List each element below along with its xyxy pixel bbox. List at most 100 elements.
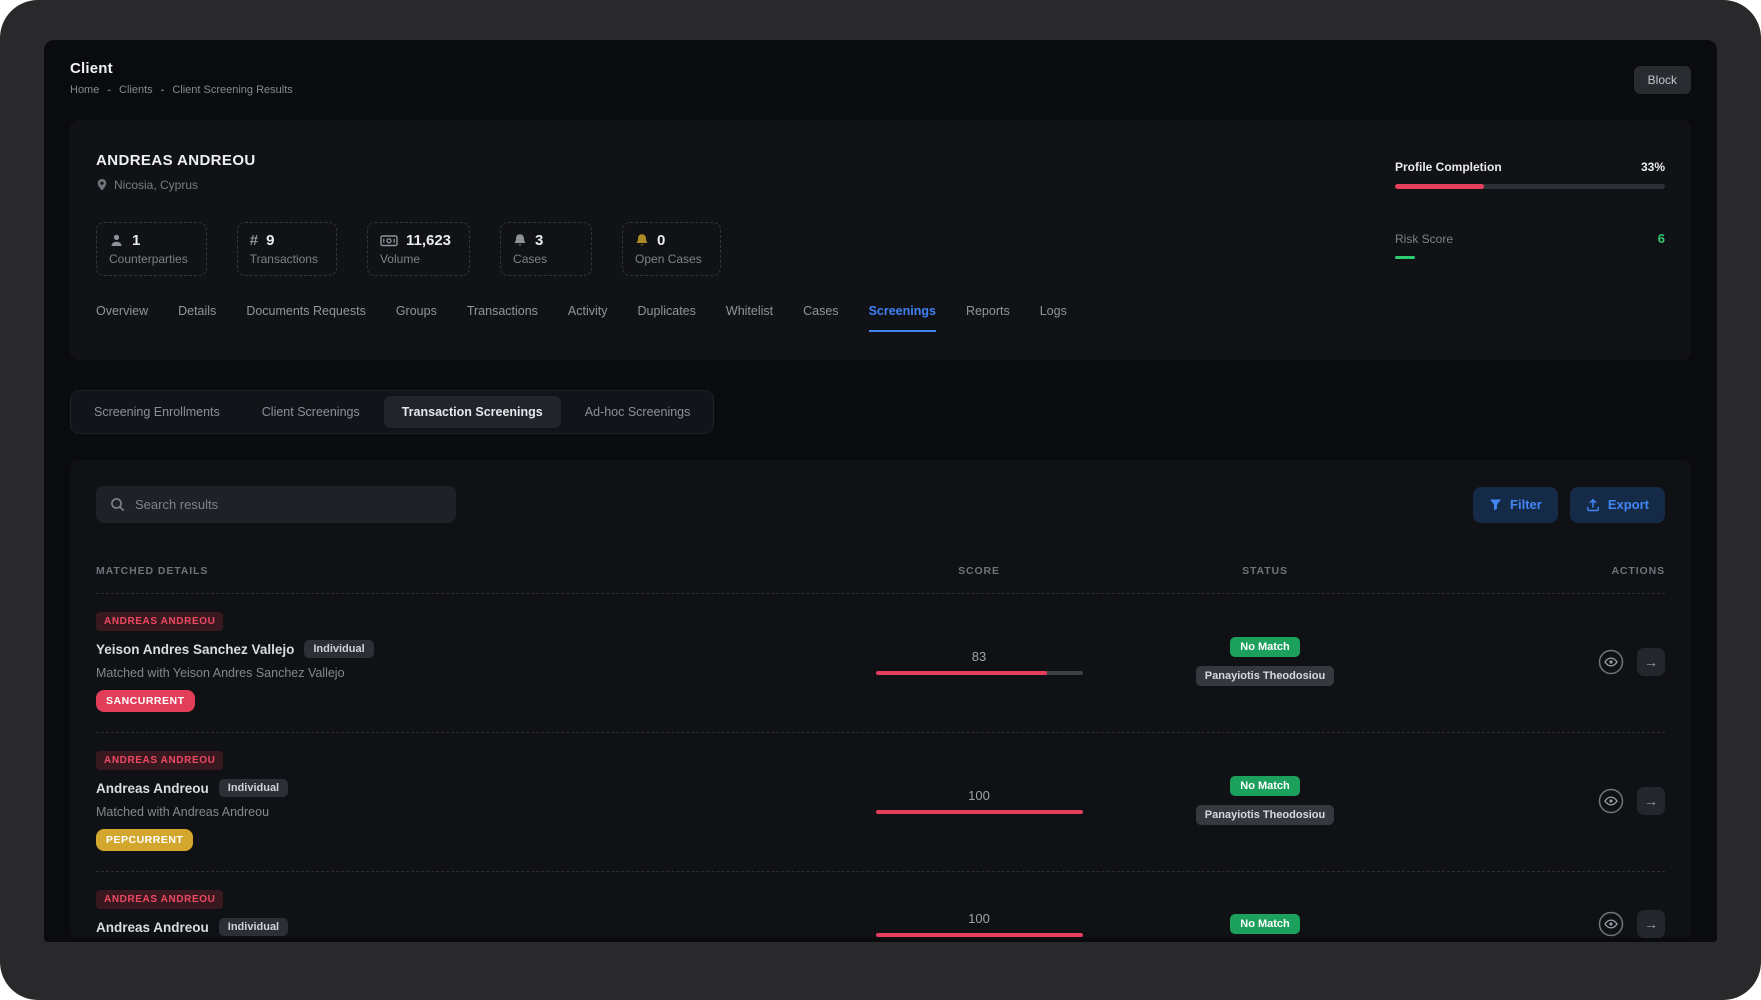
tab-details[interactable]: Details: [178, 304, 216, 332]
score-value: 100: [968, 788, 990, 803]
entity-type-badge: Individual: [304, 640, 373, 658]
status-badge: No Match: [1230, 776, 1300, 796]
breadcrumb-home[interactable]: Home: [70, 84, 99, 96]
arrow-right-icon: →: [1644, 916, 1658, 932]
risk-score-bar: [1395, 256, 1415, 259]
matched-details-cell: ANDREAS ANDREOU Yeison Andres Sanchez Va…: [96, 611, 843, 712]
score-bar-fill: [876, 671, 1048, 675]
stat-value: 0: [657, 232, 665, 249]
bell-icon: [513, 233, 527, 248]
breadcrumb-clients[interactable]: Clients: [119, 84, 153, 96]
search-box[interactable]: [96, 486, 456, 523]
subtab-adhoc-screenings[interactable]: Ad-hoc Screenings: [567, 396, 709, 428]
view-button[interactable]: [1597, 910, 1625, 938]
status-badge: No Match: [1230, 914, 1300, 934]
screening-subtabs: Screening Enrollments Client Screenings …: [70, 390, 714, 434]
open-arrow-button[interactable]: →: [1637, 910, 1665, 938]
score-cell: 83: [843, 649, 1115, 675]
breadcrumb: Home - Clients - Client Screening Result…: [70, 84, 293, 96]
status-badge: No Match: [1230, 637, 1300, 657]
matched-details-cell: ANDREAS ANDREOU Andreas Andreou Individu…: [96, 889, 843, 938]
open-arrow-button[interactable]: →: [1637, 787, 1665, 815]
page-header: Client Home - Clients - Client Screening…: [70, 60, 1691, 96]
score-cell: 100: [843, 911, 1115, 937]
stat-card-open-cases: 0 Open Cases: [622, 222, 721, 276]
app-window: Client Home - Clients - Client Screening…: [44, 40, 1717, 942]
hash-icon: #: [250, 232, 258, 249]
stat-value: 1: [132, 232, 140, 249]
entity-type-badge: Individual: [219, 918, 288, 936]
score-cell: 100: [843, 788, 1115, 814]
tab-documents-requests[interactable]: Documents Requests: [246, 304, 366, 332]
tab-cases[interactable]: Cases: [803, 304, 838, 332]
block-button[interactable]: Block: [1634, 66, 1691, 94]
status-cell: No Match Panayiotis Theodosiou: [1115, 776, 1415, 825]
score-bar: [876, 810, 1083, 814]
table-row: ANDREAS ANDREOU Yeison Andres Sanchez Va…: [96, 594, 1665, 733]
match-name: Andreas Andreou: [96, 781, 209, 796]
entity-type-badge: Individual: [219, 779, 288, 797]
arrow-right-icon: →: [1644, 654, 1658, 670]
view-button[interactable]: [1597, 787, 1625, 815]
actions-cell: →: [1415, 910, 1665, 938]
profile-completion-bar: [1395, 184, 1665, 189]
assignee-badge: Panayiotis Theodosiou: [1196, 666, 1334, 686]
stat-value: 9: [266, 232, 274, 249]
tab-overview[interactable]: Overview: [96, 304, 148, 332]
open-arrow-button[interactable]: →: [1637, 648, 1665, 676]
main-tabs: Overview Details Documents Requests Grou…: [96, 304, 1665, 332]
tab-screenings[interactable]: Screenings: [869, 304, 936, 332]
filter-button[interactable]: Filter: [1473, 487, 1558, 523]
tab-groups[interactable]: Groups: [396, 304, 437, 332]
tab-transactions[interactable]: Transactions: [467, 304, 538, 332]
search-input[interactable]: [135, 497, 442, 512]
stat-label: Transactions: [250, 252, 318, 266]
filter-button-label: Filter: [1510, 497, 1542, 512]
tab-reports[interactable]: Reports: [966, 304, 1010, 332]
breadcrumb-current: Client Screening Results: [172, 84, 292, 96]
filter-icon: [1489, 498, 1502, 511]
risk-score-label: Risk Score: [1395, 232, 1453, 246]
score-value: 83: [972, 649, 986, 664]
profile-completion-value: 33%: [1641, 160, 1665, 174]
column-header-actions: Actions: [1415, 565, 1665, 577]
view-button[interactable]: [1597, 648, 1625, 676]
score-bar-fill: [876, 933, 1083, 937]
stat-card-transactions: # 9 Transactions: [237, 222, 337, 276]
breadcrumb-separator: -: [161, 84, 165, 96]
tab-whitelist[interactable]: Whitelist: [726, 304, 773, 332]
stat-label: Open Cases: [635, 252, 702, 266]
tab-activity[interactable]: Activity: [568, 304, 608, 332]
subtab-screening-enrollments[interactable]: Screening Enrollments: [76, 396, 238, 428]
actions-cell: →: [1415, 648, 1665, 676]
status-cell: No Match Panayiotis Theodosiou: [1115, 637, 1415, 686]
matched-details-cell: ANDREAS ANDREOU Andreas Andreou Individu…: [96, 750, 843, 851]
tab-logs[interactable]: Logs: [1040, 304, 1067, 332]
match-name: Yeison Andres Sanchez Vallejo: [96, 642, 294, 657]
results-toolbar: Filter Export: [96, 486, 1665, 523]
client-tag: ANDREAS ANDREOU: [96, 751, 223, 770]
results-panel: Filter Export Matched Details Score Stat…: [70, 460, 1691, 938]
stat-card-counterparties: 1 Counterparties: [96, 222, 207, 276]
stat-card-volume: 11,623 Volume: [367, 222, 470, 276]
export-button[interactable]: Export: [1570, 487, 1665, 523]
table-row: ANDREAS ANDREOU Andreas Andreou Individu…: [96, 733, 1665, 872]
table-header: Matched Details Score Status Actions: [96, 565, 1665, 594]
person-icon: [109, 233, 124, 248]
score-value: 100: [968, 911, 990, 926]
search-icon: [110, 497, 125, 512]
arrow-right-icon: →: [1644, 793, 1658, 809]
stat-label: Counterparties: [109, 252, 188, 266]
profile-metrics: Profile Completion 33% Risk Score 6: [1395, 160, 1665, 259]
subtab-transaction-screenings[interactable]: Transaction Screenings: [384, 396, 561, 428]
window-frame: Client Home - Clients - Client Screening…: [0, 0, 1761, 1000]
subtab-client-screenings[interactable]: Client Screenings: [244, 396, 378, 428]
profile-card: ANDREAS ANDREOU Nicosia, Cyprus 1 Counte…: [70, 120, 1691, 360]
status-cell: No Match: [1115, 914, 1415, 934]
page-title: Client: [70, 60, 293, 77]
matched-with-text: Matched with Andreas Andreou: [96, 805, 843, 819]
column-header-matched-details: Matched Details: [96, 565, 843, 577]
location-pin-icon: [96, 178, 108, 192]
tab-duplicates[interactable]: Duplicates: [638, 304, 696, 332]
client-tag: ANDREAS ANDREOU: [96, 612, 223, 631]
